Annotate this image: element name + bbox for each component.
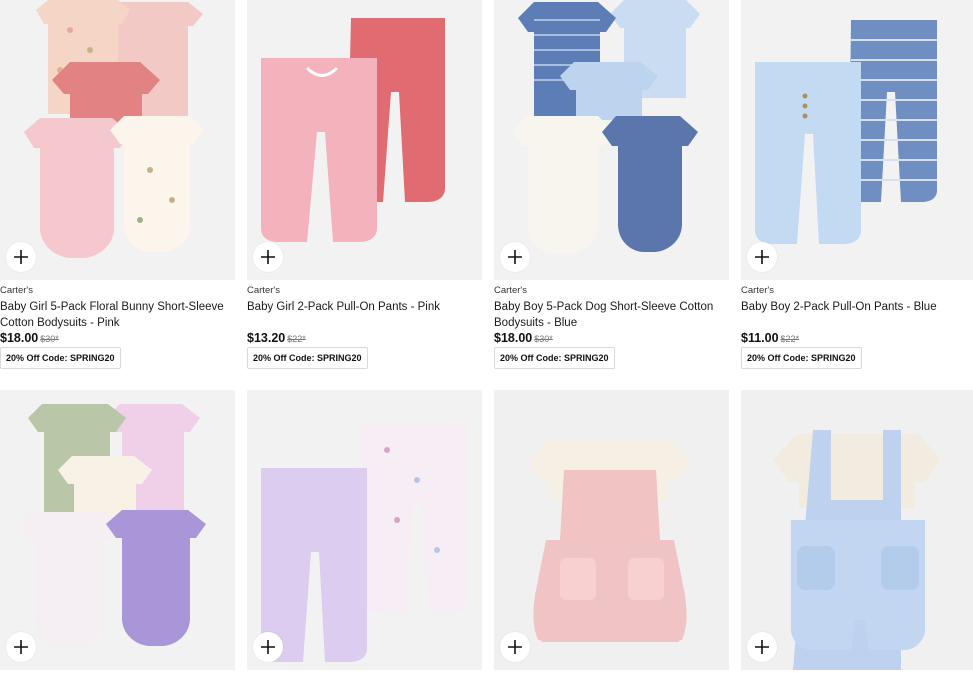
plus-icon (755, 250, 769, 264)
product-card[interactable]: Carter's Baby Boy 2-Pack Pull-On Pants -… (741, 0, 973, 369)
product-brand: Carter's (0, 285, 33, 296)
product-photo (741, 390, 973, 670)
product-brand: Carter's (741, 285, 774, 296)
product-card[interactable] (741, 390, 973, 670)
product-card[interactable]: Carter's Baby Girl 2-Pack Pull-On Pants … (247, 0, 482, 369)
product-brand: Carter's (494, 285, 527, 296)
plus-icon (14, 250, 28, 264)
add-to-cart-button[interactable] (253, 242, 283, 272)
product-card[interactable]: Carter's Baby Girl 5-Pack Floral Bunny S… (0, 0, 235, 369)
sale-price: $18.00 (0, 331, 39, 345)
product-title[interactable]: Baby Boy 5-Pack Dog Short-Sleeve Cotton … (494, 299, 727, 331)
add-to-cart-button[interactable] (6, 632, 36, 662)
promo-code-badge: 20% Off Code: SPRING20 (247, 347, 368, 369)
product-title[interactable]: Baby Girl 2-Pack Pull-On Pants - Pink (247, 299, 480, 315)
product-image[interactable] (494, 0, 729, 280)
promo-code-badge: 20% Off Code: SPRING20 (494, 347, 615, 369)
original-price: $30* (40, 334, 59, 344)
add-to-cart-button[interactable] (500, 632, 530, 662)
add-to-cart-button[interactable] (747, 242, 777, 272)
plus-icon (261, 250, 275, 264)
product-image[interactable] (741, 0, 973, 280)
product-price: $18.00 $30* (494, 331, 729, 345)
product-photo (247, 0, 482, 280)
sale-price: $18.00 (494, 331, 533, 345)
product-card[interactable] (494, 390, 729, 670)
product-image[interactable] (247, 390, 482, 670)
product-photo (494, 390, 729, 670)
product-card[interactable] (247, 390, 482, 670)
product-brand: Carter's (247, 285, 280, 296)
product-image[interactable] (741, 390, 973, 670)
product-image[interactable] (247, 0, 482, 280)
original-price: $30* (534, 334, 553, 344)
product-photo (247, 390, 482, 670)
add-to-cart-button[interactable] (253, 632, 283, 662)
product-photo (0, 0, 235, 280)
plus-icon (508, 640, 522, 654)
plus-icon (14, 640, 28, 654)
product-title[interactable]: Baby Boy 2-Pack Pull-On Pants - Blue (741, 299, 973, 315)
product-photo (0, 390, 235, 670)
sale-price: $13.20 (247, 331, 286, 345)
add-to-cart-button[interactable] (500, 242, 530, 272)
product-image[interactable] (0, 390, 235, 670)
product-card[interactable] (0, 390, 235, 670)
plus-icon (508, 250, 522, 264)
add-to-cart-button[interactable] (747, 632, 777, 662)
product-price: $13.20 $22* (247, 331, 482, 345)
original-price: $22* (287, 334, 306, 344)
product-image[interactable] (494, 390, 729, 670)
plus-icon (755, 640, 769, 654)
add-to-cart-button[interactable] (6, 242, 36, 272)
promo-code-badge: 20% Off Code: SPRING20 (741, 347, 862, 369)
promo-code-badge: 20% Off Code: SPRING20 (0, 347, 121, 369)
product-photo (494, 0, 729, 280)
product-grid: Carter's Baby Girl 5-Pack Floral Bunny S… (0, 0, 973, 673)
product-price: $11.00 $22* (741, 331, 973, 345)
product-price: $18.00 $30* (0, 331, 235, 345)
product-card[interactable]: Carter's Baby Boy 5-Pack Dog Short-Sleev… (494, 0, 729, 369)
product-title[interactable]: Baby Girl 5-Pack Floral Bunny Short-Slee… (0, 299, 233, 331)
plus-icon (261, 640, 275, 654)
sale-price: $11.00 (741, 331, 779, 345)
product-image[interactable] (0, 0, 235, 280)
product-photo (741, 0, 973, 280)
original-price: $22* (780, 334, 800, 344)
